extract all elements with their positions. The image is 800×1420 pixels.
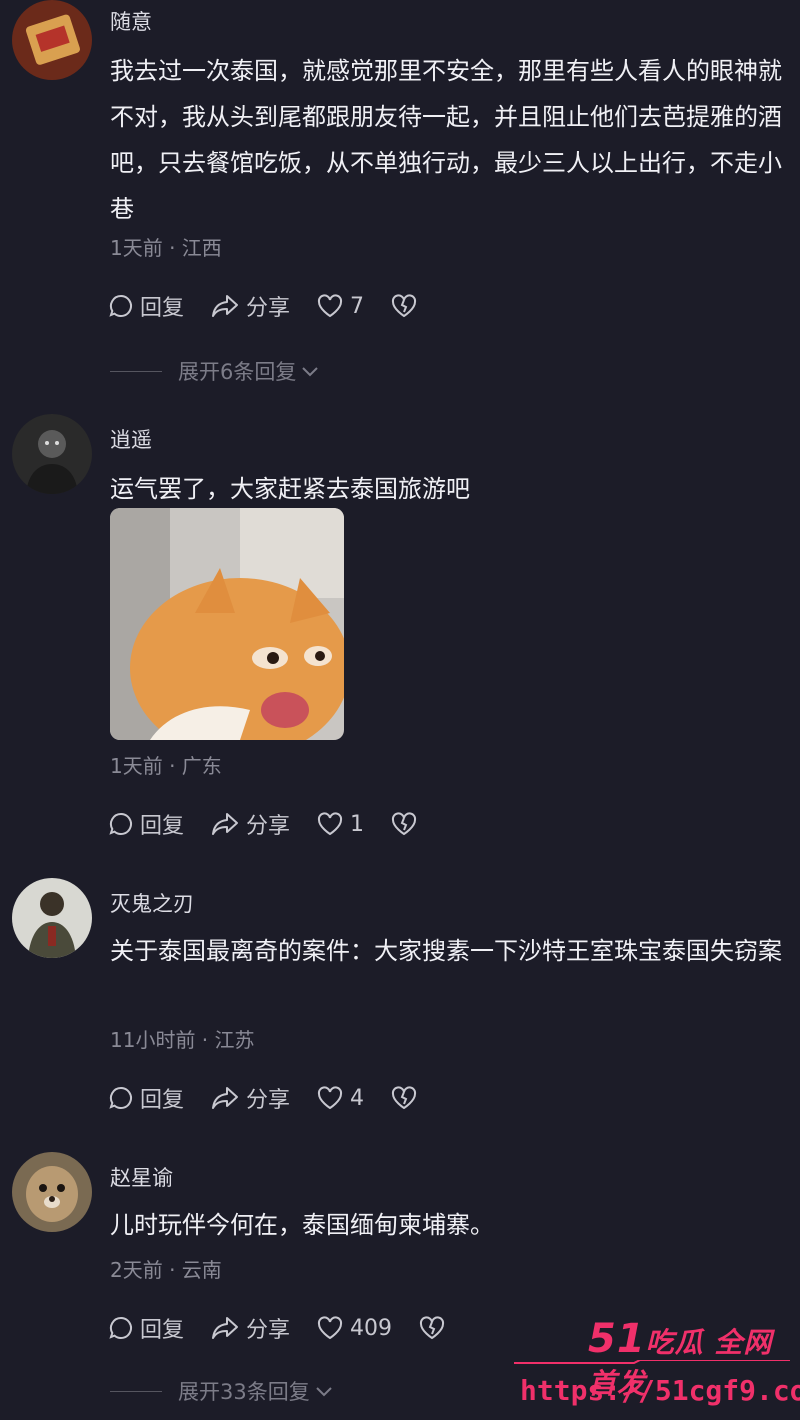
username[interactable]: 逍遥	[110, 424, 152, 454]
share-label: 分享	[246, 296, 291, 321]
reply-icon	[109, 812, 132, 835]
comment-text: 关于泰国最离奇的案件：大家搜素一下沙特王室珠宝泰国失窃案	[110, 937, 782, 965]
comment-text: 我去过一次泰国，就感觉那里不安全，那里有些人看人的眼神就不对，我从头到尾都跟朋友…	[110, 57, 782, 223]
share-button[interactable]: 分享	[210, 808, 290, 840]
comment-text: 运气罢了，大家赶紧去泰国旅游吧	[110, 475, 470, 503]
share-button[interactable]: 分享	[210, 1312, 290, 1344]
like-count: 7	[350, 293, 365, 319]
watermark-decor	[514, 1360, 790, 1364]
broken-heart-icon	[392, 1086, 417, 1110]
share-button[interactable]: 分享	[210, 290, 290, 322]
heart-icon	[318, 1316, 343, 1340]
divider	[110, 370, 162, 372]
reply-label: 回复	[140, 1318, 185, 1343]
comment-actions: 回复 分享 7	[108, 290, 450, 322]
comment-text: 儿时玩伴今何在，泰国缅甸柬埔寨。	[110, 1211, 494, 1239]
comment-actions: 回复 分享 409	[108, 1312, 478, 1344]
dislike-button[interactable]	[390, 811, 424, 837]
dislike-button[interactable]	[390, 293, 424, 319]
chevron-down-icon	[316, 1387, 332, 1397]
reply-icon	[109, 1316, 132, 1339]
broken-heart-icon	[420, 1316, 445, 1340]
share-icon	[212, 813, 239, 835]
comment-image[interactable]	[110, 508, 344, 740]
comment-meta: 1天前 · 广东	[110, 754, 222, 778]
reply-icon	[109, 1086, 132, 1109]
watermark-number: 51	[588, 1316, 646, 1362]
share-icon	[212, 1087, 239, 1109]
avatar[interactable]	[12, 0, 92, 80]
like-button[interactable]: 7	[316, 293, 364, 319]
reply-label: 回复	[140, 814, 185, 839]
share-label: 分享	[246, 1318, 291, 1343]
heart-icon	[318, 812, 343, 836]
chevron-down-icon	[302, 367, 319, 377]
avatar[interactable]	[12, 1152, 92, 1232]
reply-button[interactable]: 回复	[108, 1312, 184, 1344]
avatar[interactable]	[12, 414, 92, 494]
like-count: 1	[350, 811, 365, 837]
reply-button[interactable]: 回复	[108, 1082, 184, 1114]
like-button[interactable]: 1	[316, 811, 364, 837]
username[interactable]: 灭鬼之刃	[110, 888, 194, 918]
share-icon	[212, 1317, 239, 1339]
expand-replies[interactable]: 展开6条回复	[110, 356, 320, 386]
share-icon	[212, 295, 239, 317]
reply-icon	[109, 294, 132, 317]
comment-meta: 2天前 · 云南	[110, 1258, 222, 1282]
heart-icon	[318, 294, 343, 318]
username[interactable]: 随意	[110, 6, 152, 36]
comment-actions: 回复 分享 4	[108, 1082, 450, 1114]
like-button[interactable]: 409	[316, 1315, 392, 1341]
broken-heart-icon	[392, 294, 417, 318]
reply-label: 回复	[140, 1088, 185, 1113]
comment-meta: 1天前 · 江西	[110, 236, 222, 260]
reply-label: 回复	[140, 296, 185, 321]
watermark-url: https://51cgf9.com	[520, 1374, 800, 1407]
heart-icon	[318, 1086, 343, 1110]
broken-heart-icon	[392, 812, 417, 836]
share-button[interactable]: 分享	[210, 1082, 290, 1114]
like-count: 409	[350, 1315, 393, 1341]
dislike-button[interactable]	[418, 1315, 452, 1341]
reply-button[interactable]: 回复	[108, 808, 184, 840]
like-button[interactable]: 4	[316, 1085, 364, 1111]
dislike-button[interactable]	[390, 1085, 424, 1111]
divider	[110, 1390, 162, 1392]
comment-actions: 回复 分享 1	[108, 808, 450, 840]
expand-replies-label: 展开6条回复	[178, 360, 297, 384]
share-label: 分享	[246, 814, 291, 839]
reply-button[interactable]: 回复	[108, 290, 184, 322]
comment-meta: 11小时前 · 江苏	[110, 1028, 255, 1052]
expand-replies-label: 展开33条回复	[178, 1380, 310, 1404]
expand-replies[interactable]: 展开33条回复	[110, 1376, 334, 1406]
share-label: 分享	[246, 1088, 291, 1113]
username[interactable]: 赵星谕	[110, 1162, 173, 1192]
like-count: 4	[350, 1085, 365, 1111]
avatar[interactable]	[12, 878, 92, 958]
